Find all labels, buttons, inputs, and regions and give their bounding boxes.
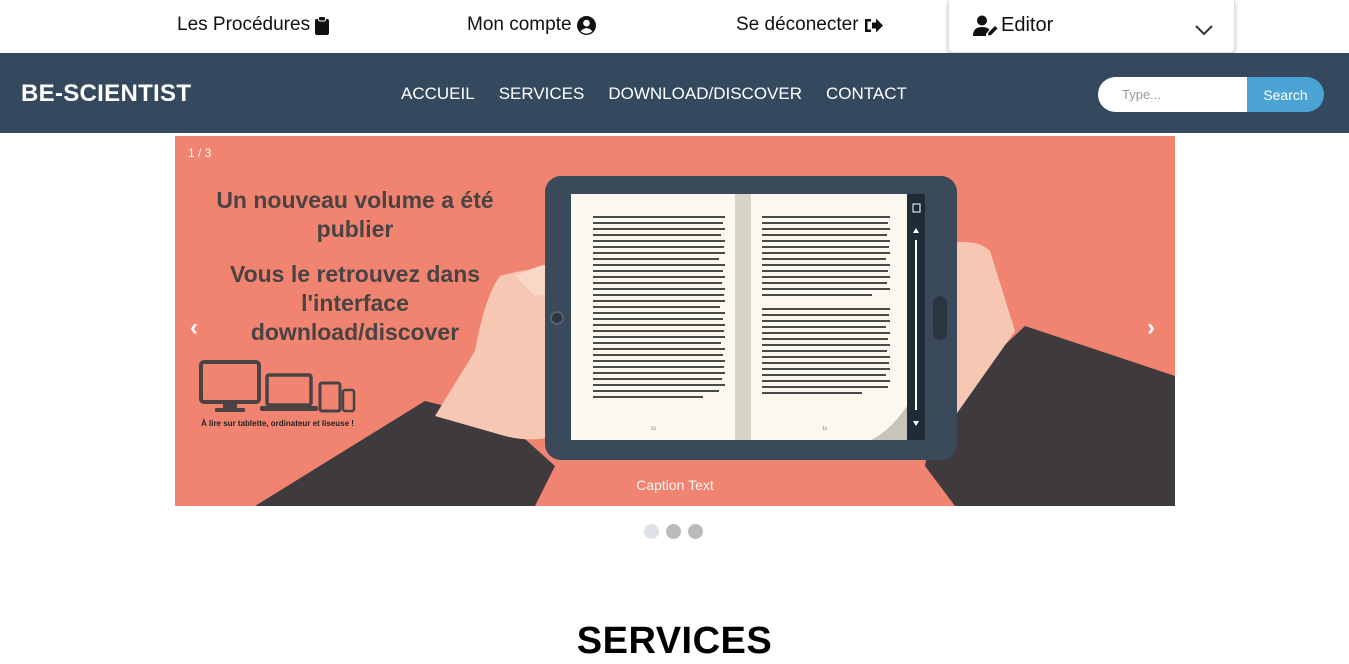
- search-form: Search: [1098, 77, 1324, 112]
- logout-link[interactable]: Se déconecter: [736, 14, 884, 36]
- brand-logo[interactable]: BE-SCIENTIST: [21, 80, 191, 108]
- slide-dots: [644, 524, 703, 539]
- main-navbar: BE-SCIENTIST ACCUEIL SERVICES DOWNLOAD/D…: [0, 53, 1349, 133]
- chevron-down-icon: [1195, 25, 1213, 36]
- user-circle-icon: [576, 15, 596, 35]
- search-input[interactable]: [1098, 77, 1258, 112]
- prev-slide-button[interactable]: ‹: [190, 314, 198, 342]
- slide-subline: Vous le retrouvez dans l'interface downl…: [175, 260, 535, 347]
- editor-label-group: Editor: [973, 14, 1053, 37]
- slide-headline: Un nouveau volume a été publier: [175, 186, 535, 244]
- slide-caption: Caption Text: [636, 477, 714, 493]
- slide-dot-1[interactable]: [644, 524, 659, 539]
- procedures-link[interactable]: Les Procédures: [177, 14, 330, 36]
- user-edit-icon: [973, 15, 998, 36]
- nav-services[interactable]: SERVICES: [499, 84, 585, 104]
- editor-label: Editor: [1001, 14, 1054, 36]
- top-user-bar: Les Procédures Mon compte Se déconecter …: [0, 0, 1349, 53]
- logout-label: Se déconecter: [736, 14, 859, 35]
- services-heading: SERVICES: [576, 620, 773, 662]
- slide-dot-2[interactable]: [666, 524, 681, 539]
- devices-caption: À lire sur tablette, ordinateur et liseu…: [201, 419, 354, 428]
- nav-links: ACCUEIL SERVICES DOWNLOAD/DISCOVER CONTA…: [401, 84, 931, 104]
- slide-headline-line-2: publier: [316, 216, 394, 242]
- procedures-label: Les Procédures: [177, 14, 311, 35]
- sign-out-icon: [864, 18, 883, 32]
- slide-subline-line-2: l'interface: [301, 290, 409, 316]
- slide-headline-line-1: Un nouveau volume a été: [216, 187, 494, 213]
- slideshow: 1 / 3 32 33 Un nouveau volume a été publ…: [175, 136, 1175, 506]
- nav-accueil[interactable]: ACCUEIL: [401, 84, 475, 104]
- book-page-left-number: 32: [651, 427, 657, 432]
- search-button[interactable]: Search: [1247, 77, 1324, 112]
- next-slide-button[interactable]: ›: [1147, 314, 1155, 342]
- clipboard-icon: [315, 15, 330, 35]
- nav-contact[interactable]: CONTACT: [826, 84, 907, 104]
- slide-dot-3[interactable]: [688, 524, 703, 539]
- account-label: Mon compte: [467, 14, 572, 35]
- slide-subline-line-1: Vous le retrouvez dans: [229, 261, 481, 287]
- devices-icon: [199, 360, 356, 413]
- editor-dropdown[interactable]: Editor: [948, 0, 1235, 53]
- slide-subline-line-3: download/discover: [250, 319, 460, 345]
- nav-download-discover[interactable]: DOWNLOAD/DISCOVER: [608, 84, 802, 104]
- book-page-right-number: 33: [822, 427, 828, 432]
- account-link[interactable]: Mon compte: [467, 14, 596, 36]
